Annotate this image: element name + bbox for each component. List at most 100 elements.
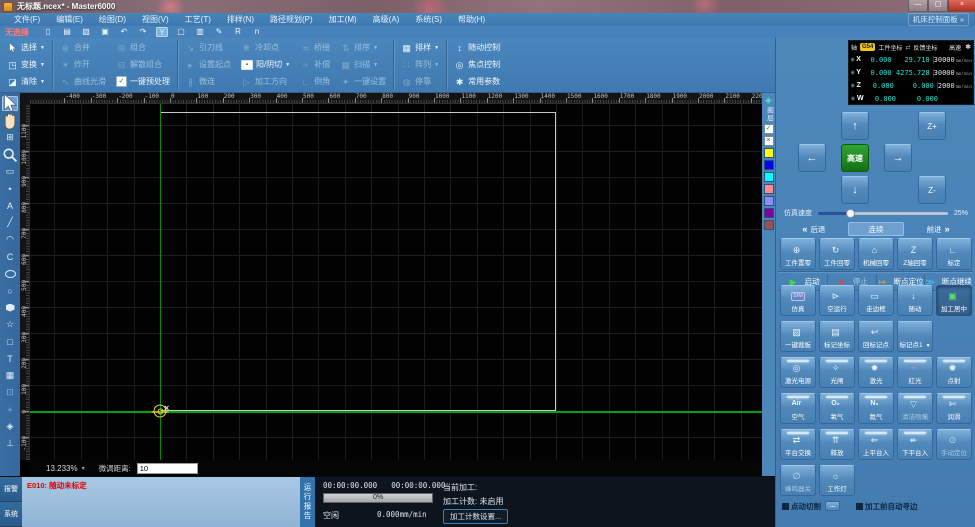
measure-tool-icon[interactable]: ▭ xyxy=(2,164,18,179)
star-tool-icon[interactable]: ☆ xyxy=(2,317,18,332)
zoom-out-icon[interactable]: n xyxy=(251,27,263,37)
zoom-in-icon[interactable]: R xyxy=(232,27,244,37)
new-file-icon[interactable]: ▯ xyxy=(42,27,54,37)
z-minus-button[interactable]: Z- xyxy=(918,176,946,204)
laser-power-button[interactable]: ◎ 激光电源 xyxy=(780,357,816,388)
erase-button[interactable]: ◪ 清除 ▼ xyxy=(2,73,50,90)
work-area[interactable]: × xyxy=(30,104,762,460)
auto-edge-checkbox[interactable] xyxy=(856,502,863,510)
menu-item-4[interactable]: 工艺(T) xyxy=(177,14,219,25)
text-tool-icon[interactable]: T xyxy=(2,351,18,366)
frame-select-icon[interactable]: ▢ xyxy=(175,27,187,37)
display-options-icon[interactable]: Y xyxy=(156,27,168,37)
lower-pallet-button[interactable]: ↞ 下平台入 xyxy=(897,429,933,460)
menu-item-9[interactable]: 系统(S) xyxy=(407,14,450,25)
jog-down-button[interactable]: ↓ xyxy=(841,176,869,204)
minimize-button[interactable]: — xyxy=(908,0,928,12)
calibrate-button[interactable]: ∟ 标定 xyxy=(936,238,972,270)
transform-button[interactable]: ◳ 变换 ▼ xyxy=(2,56,50,73)
release-button[interactable]: ⇈ 释放 xyxy=(819,429,855,460)
dry-run-button[interactable]: ⊳ 空运行 xyxy=(819,285,855,316)
snap-tool-icon[interactable]: A xyxy=(2,198,18,213)
jog-up-button[interactable]: ↑ xyxy=(841,112,869,140)
lubricate-button[interactable]: ✄ 润滑 xyxy=(936,393,972,424)
measure-quick-icon[interactable]: ✎ xyxy=(213,27,225,37)
layer-visible-toggle[interactable]: ✓ xyxy=(763,124,774,134)
menu-item-6[interactable]: 路径规划(P) xyxy=(262,14,321,25)
step-forward-button[interactable]: 前进 » xyxy=(904,222,972,236)
simulate-button[interactable]: SIM 仿真 xyxy=(780,285,816,316)
burst-button[interactable]: ✺ 点射 xyxy=(936,357,972,388)
nudge-cross-icon[interactable]: + xyxy=(2,402,18,417)
workpiece-home-button[interactable]: ↻ 工件回零 xyxy=(819,238,855,270)
preprocess-button[interactable]: ✓ 一键预处理 xyxy=(111,73,175,90)
workpiece-zero-button[interactable]: ⊕ 工件置零 xyxy=(780,238,816,270)
layers-icon[interactable]: ◈ xyxy=(765,95,772,105)
layer-color-swatch-2[interactable] xyxy=(763,172,774,182)
laser-button[interactable]: ✹ 激光 xyxy=(858,357,894,388)
drawing-canvas[interactable]: -400 -300 -200 -100 0 100 200 300 400 500 600 700 80… xyxy=(20,93,766,476)
polygon-tool-icon[interactable] xyxy=(2,300,18,315)
zoom-level-select[interactable]: 13.233% ▾ xyxy=(46,464,85,473)
zoom-tool-icon[interactable] xyxy=(2,147,18,162)
fit-view-icon[interactable]: ▥ xyxy=(194,27,206,37)
menu-item-3[interactable]: 视图(V) xyxy=(134,14,177,25)
kerf-side-button[interactable]: ▪ 阳/阴切 ▼ xyxy=(236,56,295,73)
oxygen-button[interactable]: O₂ 氧气 xyxy=(819,393,855,424)
circle-tool-icon[interactable]: ○ xyxy=(2,283,18,298)
common-params-button[interactable]: ✱ 常用参数 xyxy=(449,73,505,90)
nest-button[interactable]: ▦ 排样 ▼ xyxy=(396,39,444,56)
layer-lock-toggle[interactable]: × xyxy=(763,136,774,146)
bottom-tab-1[interactable]: 系统 xyxy=(0,502,22,527)
count-settings-button[interactable]: 加工计数设置... xyxy=(443,509,509,524)
pan-tool-icon[interactable] xyxy=(2,113,18,130)
follow-button[interactable]: ↓ 随动 xyxy=(897,285,933,316)
menu-item-7[interactable]: 加工(M) xyxy=(321,14,365,25)
run-report-tab[interactable]: 运行报告 xyxy=(300,477,315,527)
align-tool-icon[interactable]: ⊡ xyxy=(2,385,18,400)
ellipse-tool-icon[interactable] xyxy=(2,266,18,281)
select-tool-icon[interactable] xyxy=(2,93,18,113)
layer-color-swatch-1[interactable] xyxy=(763,160,774,170)
upper-pallet-button[interactable]: ⇐ 上平台入 xyxy=(858,429,894,460)
z-home-button[interactable]: Z Z轴回零 xyxy=(897,238,933,270)
rect-tool-icon[interactable]: □ xyxy=(2,334,18,349)
line-tool-icon[interactable]: ╱ xyxy=(2,215,18,230)
air-button[interactable]: Air 空气 xyxy=(780,393,816,424)
three-point-arc-icon[interactable]: C xyxy=(2,249,18,264)
jog-cut-more-button[interactable]: ... xyxy=(825,501,840,511)
select-button[interactable]: 选择 ▼ xyxy=(2,39,50,56)
mark-position-button[interactable]: ▤ 标记坐标 xyxy=(819,321,855,352)
simulation-speed-slider[interactable] xyxy=(818,208,948,218)
menu-item-0[interactable]: 文件(F) xyxy=(6,14,48,25)
layer-color-swatch-3[interactable] xyxy=(763,184,774,194)
edit-file-icon[interactable]: ▤ xyxy=(61,27,73,37)
layer-color-swatch-5[interactable] xyxy=(763,208,774,218)
menu-item-8[interactable]: 高级(A) xyxy=(365,14,408,25)
machine-panel-toggle[interactable]: 机床控制面板 » xyxy=(907,13,969,26)
layer-color-swatch-6[interactable] xyxy=(763,220,774,230)
red-light-button[interactable]: + 红光 xyxy=(897,357,933,388)
save-file-icon[interactable]: ▣ xyxy=(99,27,111,37)
shutter-button[interactable]: ✧ 光闸 xyxy=(819,357,855,388)
fill-tool-icon[interactable]: ◈ xyxy=(2,419,18,434)
board-crop-button[interactable]: ▨ 一键裁板 xyxy=(780,321,816,352)
jog-cut-checkbox[interactable] xyxy=(782,502,789,510)
zoom-window-icon[interactable]: ⊞ xyxy=(2,130,18,145)
nitrogen-button[interactable]: N₂ 氮气 xyxy=(858,393,894,424)
nudge-distance-input[interactable] xyxy=(136,462,198,474)
open-file-icon[interactable]: ▧ xyxy=(80,27,92,37)
follow-control-button[interactable]: ↕ 随动控制 xyxy=(449,39,505,56)
jog-speed-button[interactable]: 高速 xyxy=(841,144,869,172)
layer-color-swatch-4[interactable] xyxy=(763,196,774,206)
continuous-button[interactable]: 连续 xyxy=(847,222,905,236)
pallet-swap-button[interactable]: ⇄ 平台交换 xyxy=(780,429,816,460)
gear-icon[interactable]: ✱ xyxy=(965,43,971,51)
slider-thumb[interactable] xyxy=(846,208,856,218)
menu-item-5[interactable]: 排样(N) xyxy=(219,14,262,25)
focus-control-button[interactable]: ◎ 焦点控制 xyxy=(449,56,505,73)
border-walk-button[interactable]: ▭ 走边框 xyxy=(858,285,894,316)
work-light-button[interactable]: ☼ 工作灯 xyxy=(819,465,855,496)
machine-home-button[interactable]: ⌂ 机械回零 xyxy=(858,238,894,270)
mark-point-menu-button[interactable]: 标记点1 ▼ xyxy=(897,321,933,352)
